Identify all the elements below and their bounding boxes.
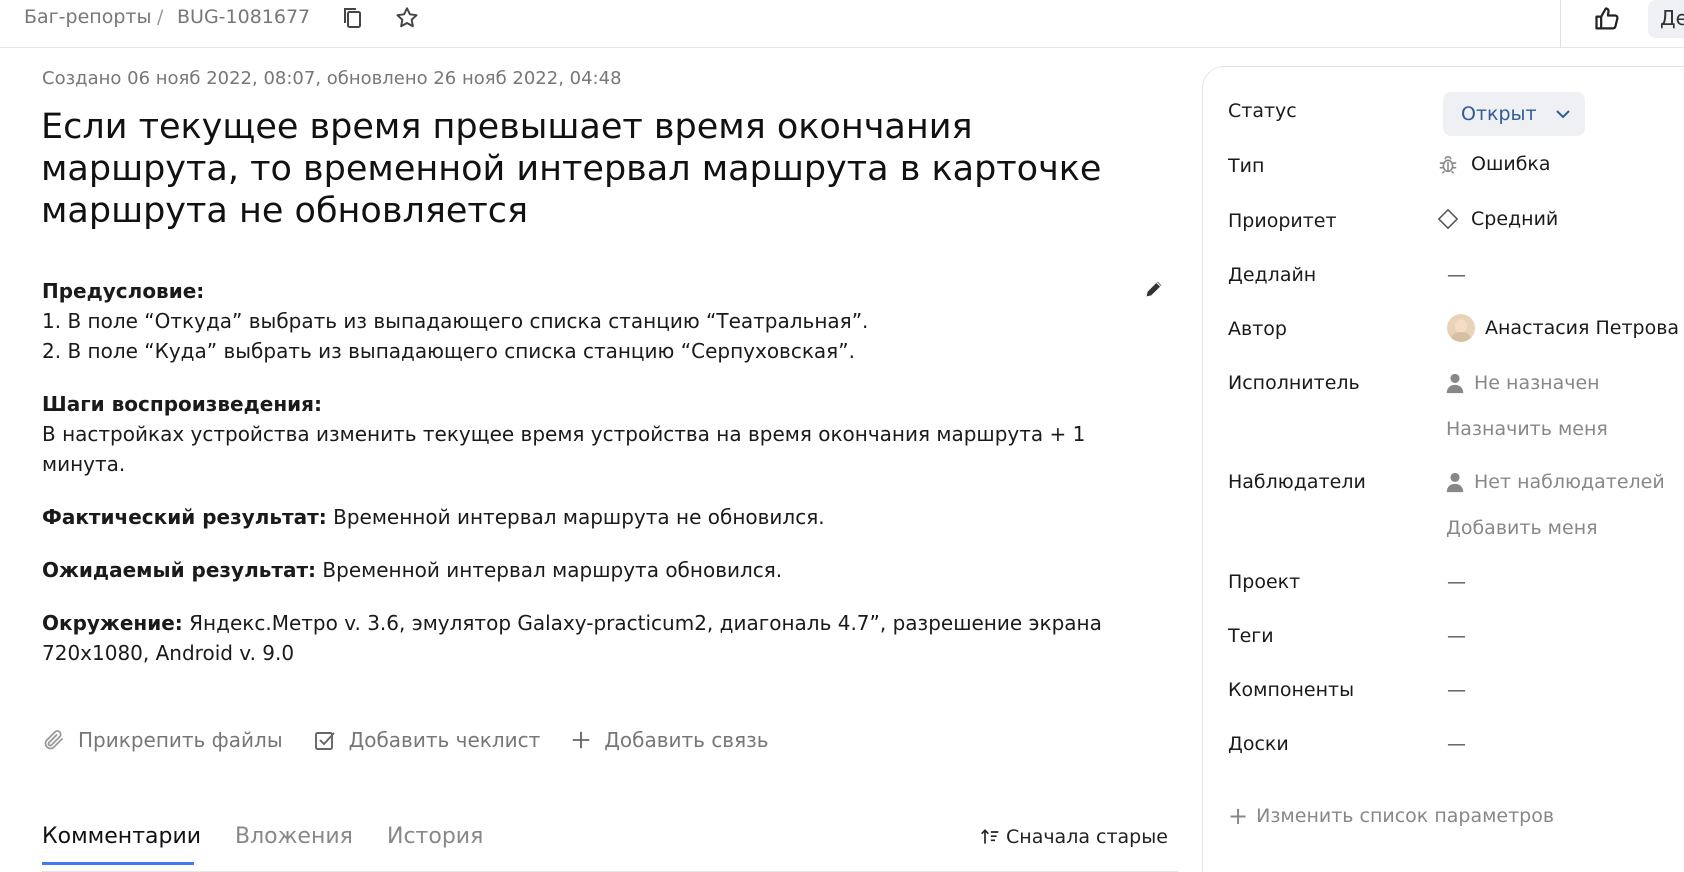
breadcrumb-issue-key[interactable]: BUG-1081677 (177, 6, 310, 28)
copy-icon[interactable] (339, 4, 367, 32)
issue-actions: Прикрепить файлы Добавить чеклист Добави… (42, 724, 799, 756)
deadline-label: Дедлайн (1228, 264, 1317, 286)
avatar (1447, 314, 1475, 342)
actual-result-text: Временной интервал маршрута не обновился… (326, 505, 825, 529)
priority-text: Средний (1471, 208, 1559, 230)
sort-icon (981, 829, 999, 844)
status-dropdown[interactable]: Открыт (1443, 92, 1585, 136)
plus-icon (573, 731, 590, 749)
precondition-label: Предусловие: (42, 279, 205, 303)
plus-icon: + (1228, 802, 1249, 830)
author-label: Автор (1228, 318, 1287, 340)
tab-history[interactable]: История (387, 824, 483, 849)
steps-label: Шаги воспроизведения: (42, 392, 322, 416)
steps-text: В настройках устройства изменить текущее… (42, 422, 1086, 476)
status-value: Открыт (1461, 103, 1537, 125)
issue-description: Предусловие: 1. В поле “Откуда” выбрать … (42, 276, 1122, 691)
author-value[interactable]: Анастасия Петрова (1447, 314, 1679, 342)
person-icon (1446, 472, 1464, 493)
breadcrumb-separator: / (157, 6, 164, 28)
assign-me-link[interactable]: Назначить меня (1446, 418, 1608, 440)
person-icon (1446, 373, 1464, 394)
add-link-button[interactable]: Добавить связь (570, 728, 769, 752)
attach-files-button[interactable]: Прикрепить файлы (42, 728, 283, 752)
assignee-label: Исполнитель (1228, 372, 1360, 394)
components-value[interactable]: — (1447, 679, 1466, 701)
priority-value[interactable]: Средний (1437, 208, 1558, 230)
watchers-label: Наблюдатели (1228, 471, 1366, 493)
expected-result-label: Ожидаемый результат: (42, 558, 317, 582)
checklist-icon (314, 732, 335, 750)
assignee-text: Не назначен (1474, 372, 1600, 394)
change-params-button[interactable]: + Изменить список параметров (1228, 802, 1554, 830)
tab-comments[interactable]: Комментарии (42, 824, 201, 849)
project-label: Проект (1228, 571, 1301, 593)
breadcrumb-section[interactable]: Баг-репорты (24, 6, 151, 28)
bug-icon (1439, 155, 1457, 174)
sort-label: Сначала старые (1006, 826, 1168, 848)
pencil-icon[interactable] (1143, 278, 1167, 302)
sort-button[interactable]: Сначала старые (980, 826, 1168, 848)
issue-meta: Создано 06 нояб 2022, 08:07, обновлено 2… (42, 68, 622, 89)
add-link-label: Добавить связь (604, 728, 769, 752)
top-bar: Баг-репорты / BUG-1081677 Де (0, 0, 1684, 48)
add-checklist-button[interactable]: Добавить чеклист (313, 728, 541, 752)
chevron-down-icon (1555, 110, 1570, 119)
thumbs-up-icon[interactable] (1590, 2, 1624, 36)
project-value[interactable]: — (1447, 571, 1466, 593)
topbar-divider (1560, 0, 1561, 48)
precondition-line: 1. В поле “Откуда” выбрать из выпадающег… (42, 309, 869, 333)
environment-label: Окружение: (42, 611, 183, 635)
diamond-icon (1437, 208, 1459, 230)
author-name: Анастасия Петрова (1485, 317, 1680, 339)
priority-label: Приоритет (1228, 210, 1337, 232)
type-text: Ошибка (1471, 153, 1551, 175)
watchers-text: Нет наблюдателей (1474, 471, 1665, 493)
active-tab-indicator (42, 862, 194, 865)
type-value[interactable]: Ошибка (1437, 153, 1551, 175)
assignee-value[interactable]: Не назначен (1444, 372, 1600, 394)
header-action-button[interactable]: Де (1648, 0, 1684, 38)
components-label: Компоненты (1228, 679, 1355, 701)
deadline-value[interactable]: — (1447, 264, 1466, 286)
boards-label: Доски (1228, 733, 1289, 755)
actual-result-label: Фактический результат: (42, 505, 327, 529)
issue-tabs: Комментарии Вложения История Сначала ста… (42, 818, 1178, 872)
paperclip-icon (44, 730, 63, 750)
boards-value[interactable]: — (1447, 733, 1466, 755)
add-me-link[interactable]: Добавить меня (1446, 517, 1598, 539)
tags-value[interactable]: — (1447, 625, 1466, 647)
tags-label: Теги (1228, 625, 1274, 647)
add-checklist-label: Добавить чеклист (348, 728, 541, 752)
type-label: Тип (1228, 155, 1265, 177)
attach-files-label: Прикрепить файлы (78, 728, 283, 752)
watchers-value[interactable]: Нет наблюдателей (1444, 471, 1665, 493)
star-icon[interactable] (393, 4, 421, 32)
tab-attachments[interactable]: Вложения (235, 824, 353, 849)
expected-result-text: Временной интервал маршрута обновился. (316, 558, 783, 582)
environment-text: Яндекс.Метро v. 3.6, эмулятор Galaxy-pra… (42, 611, 1102, 665)
status-label: Статус (1228, 100, 1297, 122)
change-params-label: Изменить список параметров (1256, 805, 1555, 827)
issue-title: Если текущее время превышает время оконч… (41, 107, 1102, 231)
precondition-line: 2. В поле “Куда” выбрать из выпадающего … (42, 339, 855, 363)
